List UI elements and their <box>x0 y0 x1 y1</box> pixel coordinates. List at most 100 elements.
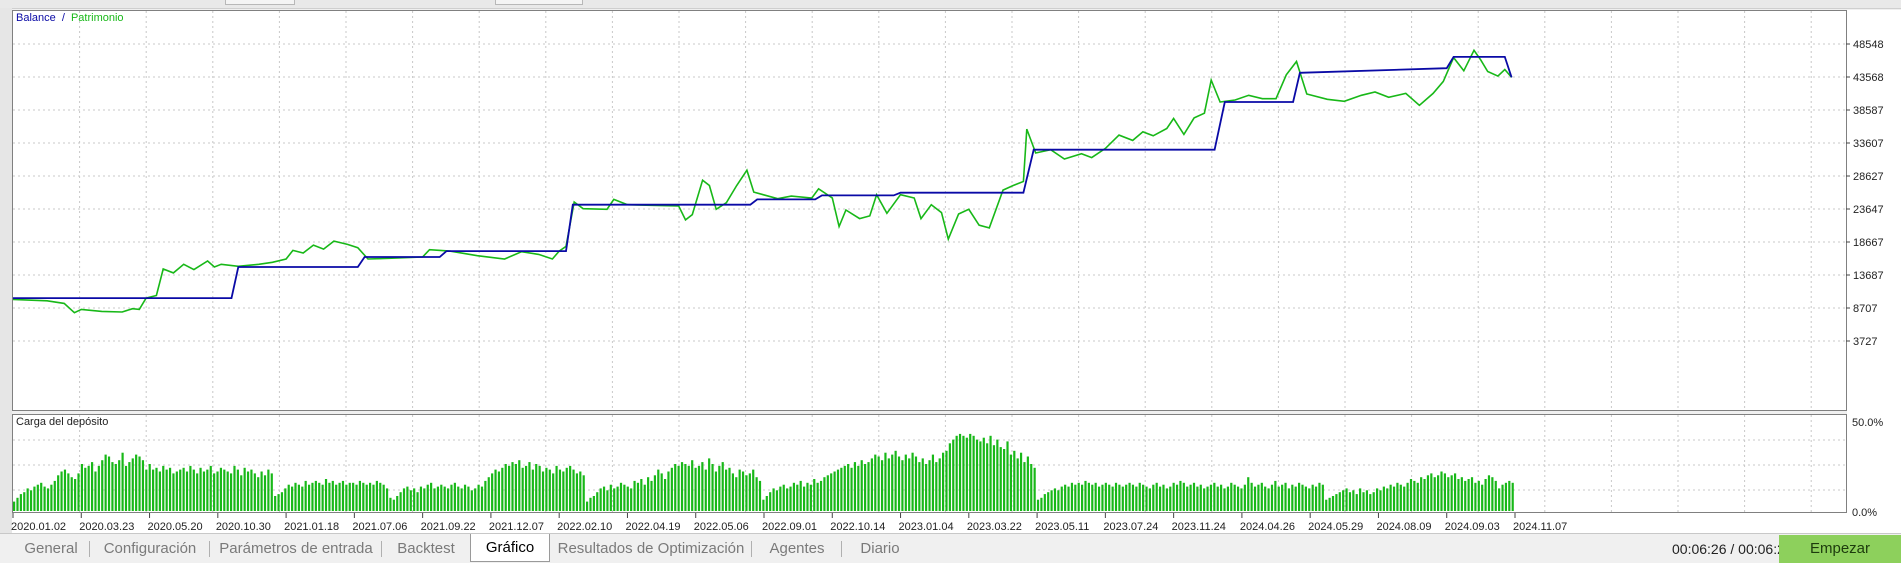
deposit-load-bar <box>952 439 955 511</box>
deposit-load-bar <box>1284 482 1287 511</box>
deposit-load-bar <box>694 467 697 511</box>
deposit-load-bar <box>623 484 626 511</box>
deposit-load-bar <box>518 460 521 511</box>
deposit-load-bar <box>1226 486 1229 511</box>
deposit-load-bar <box>1060 486 1063 511</box>
deposit-load-bar <box>789 486 792 511</box>
deposit-load-bar <box>1203 488 1206 511</box>
x-tick-label: 2023.01.04 <box>899 521 954 533</box>
deposit-load-bar <box>57 475 60 511</box>
y-tick-label: 13687 <box>1853 270 1884 282</box>
deposit-load-bar <box>1009 454 1012 511</box>
tab-input-parameters[interactable]: Parámetros de entrada <box>210 537 382 561</box>
sub-y-tick-max: 50.0% <box>1852 417 1883 429</box>
deposit-load-bar <box>555 465 558 511</box>
deposit-load-bar <box>301 486 304 511</box>
tab-backtest[interactable]: Backtest <box>382 537 470 561</box>
deposit-load-bar <box>714 471 718 511</box>
deposit-load-bar <box>118 460 121 511</box>
deposit-load-bar <box>996 439 999 511</box>
deposit-load-bar <box>1084 480 1087 511</box>
deposit-load-bar <box>636 482 640 511</box>
deposit-load-bar <box>240 475 243 511</box>
deposit-load-bar <box>379 482 382 511</box>
deposit-load-bar <box>1437 475 1440 511</box>
deposit-load-bar <box>1186 486 1189 511</box>
deposit-load-bar <box>291 486 294 511</box>
deposit-load-bar <box>318 482 321 511</box>
x-tick-label: 2023.11.24 <box>1172 521 1226 533</box>
deposit-load-bar <box>175 471 178 511</box>
deposit-load-bar <box>1362 492 1365 511</box>
deposit-load-bar <box>1030 464 1033 511</box>
deposit-load-bar <box>1196 486 1199 511</box>
deposit-load-bar <box>440 484 443 511</box>
x-tick-label: 2024.09.03 <box>1445 521 1500 533</box>
deposit-load-bar <box>586 501 589 511</box>
start-button[interactable]: Empezar <box>1779 535 1901 563</box>
deposit-load-bar <box>474 488 477 511</box>
tab-chart[interactable]: Gráfico <box>470 534 550 562</box>
deposit-load-bar <box>521 467 524 511</box>
deposit-load-bar <box>60 471 63 511</box>
deposit-load-bar <box>582 475 585 511</box>
deposit-load-bar <box>185 471 189 511</box>
deposit-load-bar <box>1145 486 1148 511</box>
deposit-load-bar <box>596 492 599 511</box>
deposit-load-bar <box>1345 488 1348 511</box>
deposit-load-bar <box>1125 484 1128 511</box>
deposit-load-bar <box>504 464 507 511</box>
tab-general[interactable]: General <box>12 537 90 561</box>
deposit-load-bar <box>1192 482 1196 511</box>
deposit-load-bar <box>107 456 111 511</box>
deposit-load-bar <box>1460 477 1463 511</box>
y-tick-label: 43568 <box>1853 72 1884 84</box>
deposit-load-bar <box>1233 484 1236 511</box>
deposit-load-bar <box>138 456 141 511</box>
deposit-load-bar <box>1508 480 1511 511</box>
deposit-load-bar <box>945 450 948 511</box>
deposit-load-bar <box>280 492 284 511</box>
tab-agents[interactable]: Agentes <box>752 537 842 561</box>
tab-configuration[interactable]: Configuración <box>90 537 210 561</box>
deposit-load-bar <box>1274 480 1277 511</box>
deposit-load-bar <box>26 488 29 511</box>
deposit-load-bar <box>1250 482 1253 511</box>
deposit-load-bar <box>986 443 989 511</box>
deposit-load-bar <box>816 482 819 511</box>
deposit-load-bar <box>335 484 338 511</box>
deposit-load-bar <box>1321 484 1324 511</box>
x-tick-label: 2022.09.01 <box>762 521 817 533</box>
deposit-load-bar <box>684 464 687 511</box>
deposit-load-bar <box>721 462 724 511</box>
deposit-load-bar <box>864 464 867 511</box>
deposit-load-bar <box>1013 450 1016 511</box>
deposit-load-bar <box>304 480 307 511</box>
backtest-chart: 48548 43568 38587 33607 28627 23647 18667 13687… <box>11 11 1884 533</box>
deposit-load-bar <box>202 471 206 511</box>
deposit-load-bar <box>257 477 260 511</box>
deposit-load-bar <box>616 486 619 511</box>
deposit-load-bar <box>772 488 775 511</box>
deposit-load-bar <box>1087 482 1090 511</box>
tab-optimization-results[interactable]: Resultados de Optimización <box>550 537 752 561</box>
deposit-load-bar <box>23 492 26 511</box>
y-axis-ticks: 48548 43568 38587 33607 28627 23647 18667 13687… <box>1846 39 1884 348</box>
deposit-load-bar <box>443 486 446 511</box>
deposit-load-bar <box>1291 484 1294 511</box>
deposit-load-bar <box>982 437 985 511</box>
deposit-load-bar <box>1501 484 1504 511</box>
deposit-load-bar <box>935 462 938 511</box>
deposit-load-bar <box>735 477 738 511</box>
tab-journal[interactable]: Diario <box>842 537 918 561</box>
deposit-load-bar <box>1396 482 1399 511</box>
deposit-load-bar <box>569 465 572 511</box>
deposit-load-bar <box>1223 488 1226 511</box>
deposit-load-bar <box>975 439 979 511</box>
deposit-load-bar <box>931 454 935 511</box>
deposit-load-bar <box>609 484 612 511</box>
deposit-load-bar <box>1325 499 1328 511</box>
deposit-load-bar <box>219 467 223 511</box>
deposit-load-bar <box>850 467 853 511</box>
deposit-load-bar <box>226 471 229 511</box>
